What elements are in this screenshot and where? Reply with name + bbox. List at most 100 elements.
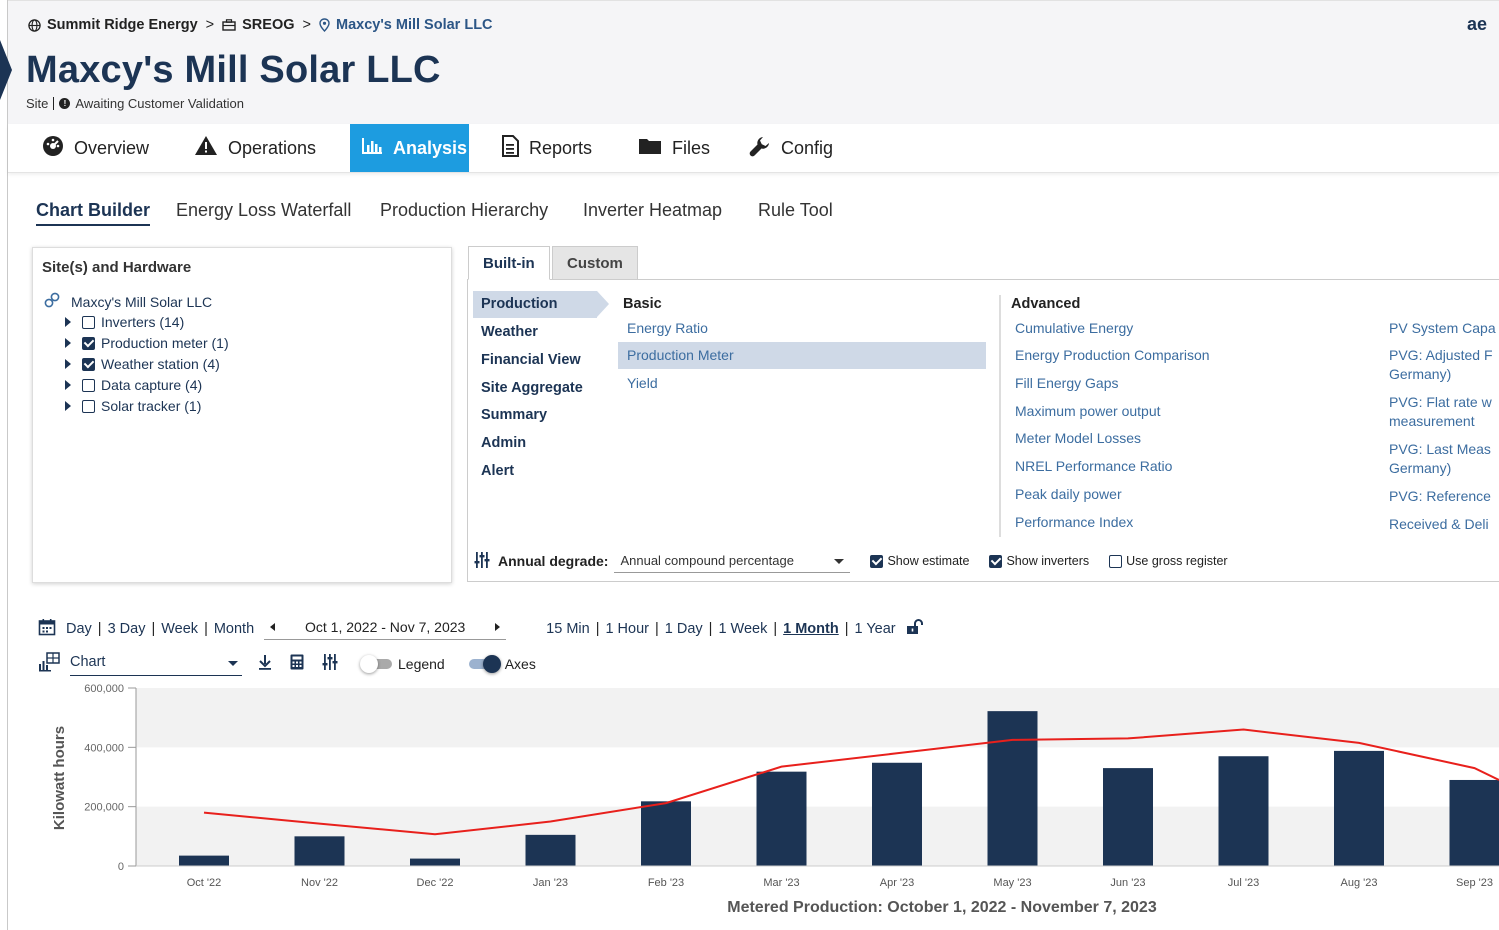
y-tick-label: 600,000 (84, 683, 124, 695)
expand-arrow-icon[interactable] (65, 380, 71, 390)
metric-pvg-adjusted[interactable]: PVG: Adjusted F (1389, 346, 1493, 365)
tab-built-in[interactable]: Built-in (468, 246, 550, 280)
show-inverters-option[interactable]: Show inverters (989, 554, 1089, 568)
axes-switch[interactable] (468, 654, 501, 673)
metric-nrel-performance-ratio[interactable]: NREL Performance Ratio (1015, 457, 1172, 476)
metric-pvg-flat-rate-cont[interactable]: measurement (1389, 412, 1475, 431)
metric-production-meter[interactable]: Production Meter (627, 346, 734, 365)
subtab-inverter-heatmap[interactable]: Inverter Heatmap (583, 200, 722, 221)
metric-yield[interactable]: Yield (627, 374, 658, 393)
tab-custom[interactable]: Custom (552, 246, 638, 280)
download-icon[interactable] (258, 654, 272, 674)
breadcrumb-site[interactable]: Maxcy's Mill Solar LLC (336, 17, 493, 33)
checkbox[interactable] (989, 554, 1003, 568)
expand-arrow-icon[interactable] (65, 359, 71, 369)
granularity-1-week[interactable]: 1 Week (718, 621, 767, 637)
tree-item-data-capture[interactable]: Data capture (4) (65, 377, 202, 393)
report-icon (501, 134, 519, 162)
subtab-production-hierarchy[interactable]: Production Hierarchy (380, 200, 548, 221)
category-production[interactable]: Production (481, 296, 558, 312)
unlock-icon[interactable] (906, 618, 924, 639)
tab-label: Overview (74, 137, 150, 158)
granularity-1-hour[interactable]: 1 Hour (605, 621, 649, 637)
metric-performance-index[interactable]: Performance Index (1015, 513, 1133, 532)
metric-cumulative-energy[interactable]: Cumulative Energy (1015, 319, 1133, 338)
axes-toggle[interactable]: Axes (468, 654, 536, 673)
tab-operations[interactable]: Operations (183, 124, 327, 172)
checkbox[interactable] (82, 357, 95, 371)
granularity-1-month[interactable]: 1 Month (783, 621, 839, 637)
metric-pvg-last-measurement[interactable]: PVG: Last Meas (1389, 440, 1491, 459)
category-summary[interactable]: Summary (481, 407, 547, 423)
expand-arrow-icon[interactable] (65, 317, 71, 327)
granularity-15-min[interactable]: 15 Min (546, 621, 590, 637)
use-gross-register-option[interactable]: Use gross register (1109, 554, 1228, 568)
advanced-heading: Advanced (1011, 296, 1081, 312)
metric-pvg-reference[interactable]: PVG: Reference (1389, 487, 1491, 506)
legend-toggle[interactable]: Legend (360, 654, 445, 673)
metric-peak-daily-power[interactable]: Peak daily power (1015, 485, 1122, 504)
tab-reports[interactable]: Reports (490, 124, 603, 172)
legend-switch[interactable] (360, 654, 392, 673)
metric-pv-system-capacity[interactable]: PV System Capa (1389, 319, 1496, 338)
category-alert[interactable]: Alert (481, 463, 514, 479)
previous-period-icon[interactable] (270, 623, 276, 631)
category-financial-view[interactable]: Financial View (481, 352, 581, 368)
tab-files[interactable]: Files (627, 124, 721, 172)
y-tick-label: 0 (118, 861, 124, 873)
range-3-day[interactable]: 3 Day (108, 621, 146, 637)
calendar-icon[interactable] (38, 618, 56, 640)
category-site-aggregate[interactable]: Site Aggregate (481, 380, 583, 396)
tree-item-inverters[interactable]: Inverters (14) (65, 314, 184, 330)
view-type-select[interactable]: Chart (70, 651, 242, 676)
checkbox[interactable] (82, 378, 95, 392)
granularity-1-year[interactable]: 1 Year (855, 621, 896, 637)
breadcrumb-portfolio[interactable]: SREOG (242, 17, 294, 33)
checkbox[interactable] (870, 554, 884, 568)
subtab-chart-builder[interactable]: Chart Builder (36, 200, 151, 226)
checkbox[interactable] (82, 399, 95, 413)
range-week[interactable]: Week (161, 621, 198, 637)
show-estimate-option[interactable]: Show estimate (870, 554, 969, 568)
annual-degrade-select[interactable]: Annual compound percentage (614, 549, 851, 573)
tab-overview[interactable]: Overview (31, 124, 160, 172)
category-weather[interactable]: Weather (481, 324, 538, 340)
metric-pvg-flat-rate[interactable]: PVG: Flat rate w (1389, 393, 1492, 412)
range-day[interactable]: Day (66, 621, 92, 637)
subtab-energy-loss-waterfall[interactable]: Energy Loss Waterfall (176, 200, 351, 221)
tree-item-solar-tracker[interactable]: Solar tracker (1) (65, 398, 201, 414)
tree-item-production-meter[interactable]: Production meter (1) (65, 335, 229, 351)
subtab-rule-tool[interactable]: Rule Tool (758, 200, 833, 221)
brand-logo[interactable]: ae (1467, 14, 1487, 35)
date-range-text[interactable]: Oct 1, 2022 - Nov 7, 2023 (305, 619, 465, 635)
checkbox[interactable] (82, 336, 95, 350)
metric-energy-ratio[interactable]: Energy Ratio (627, 319, 708, 338)
metric-meter-model-losses[interactable]: Meter Model Losses (1015, 429, 1141, 448)
expand-arrow-icon[interactable] (65, 401, 71, 411)
metric-maximum-power-output[interactable]: Maximum power output (1015, 402, 1161, 421)
checkbox[interactable] (1109, 554, 1123, 568)
sliders-icon[interactable] (322, 653, 338, 675)
next-period-icon[interactable] (495, 623, 501, 631)
calculator-icon[interactable] (290, 654, 304, 674)
category-admin[interactable]: Admin (481, 435, 526, 451)
metric-pvg-adjusted-cont[interactable]: Germany) (1389, 365, 1451, 384)
date-range-picker[interactable]: Oct 1, 2022 - Nov 7, 2023 (264, 617, 507, 640)
metric-fill-energy-gaps[interactable]: Fill Energy Gaps (1015, 374, 1118, 393)
expand-arrow-icon[interactable] (65, 338, 71, 348)
grid-band (136, 688, 1499, 748)
tab-config[interactable]: Config (738, 124, 844, 172)
site-tree-node[interactable]: Maxcy's Mill Solar LLC (43, 291, 212, 312)
checkbox[interactable] (82, 315, 95, 329)
y-axis-title: Kilowatt hours (51, 726, 68, 830)
metric-energy-production-comparison[interactable]: Energy Production Comparison (1015, 346, 1210, 365)
granularity-1-day[interactable]: 1 Day (665, 621, 703, 637)
metric-received-delivered[interactable]: Received & Deli (1389, 515, 1489, 534)
chart-table-icon (38, 651, 60, 676)
breadcrumb-org[interactable]: Summit Ridge Energy (47, 17, 198, 33)
tab-analysis[interactable]: Analysis (350, 124, 469, 172)
metric-pvg-last-measurement-cont[interactable]: Germany) (1389, 459, 1451, 478)
tree-item-weather-station[interactable]: Weather station (4) (65, 356, 220, 372)
tab-label: Files (672, 137, 711, 158)
range-month[interactable]: Month (214, 621, 254, 637)
